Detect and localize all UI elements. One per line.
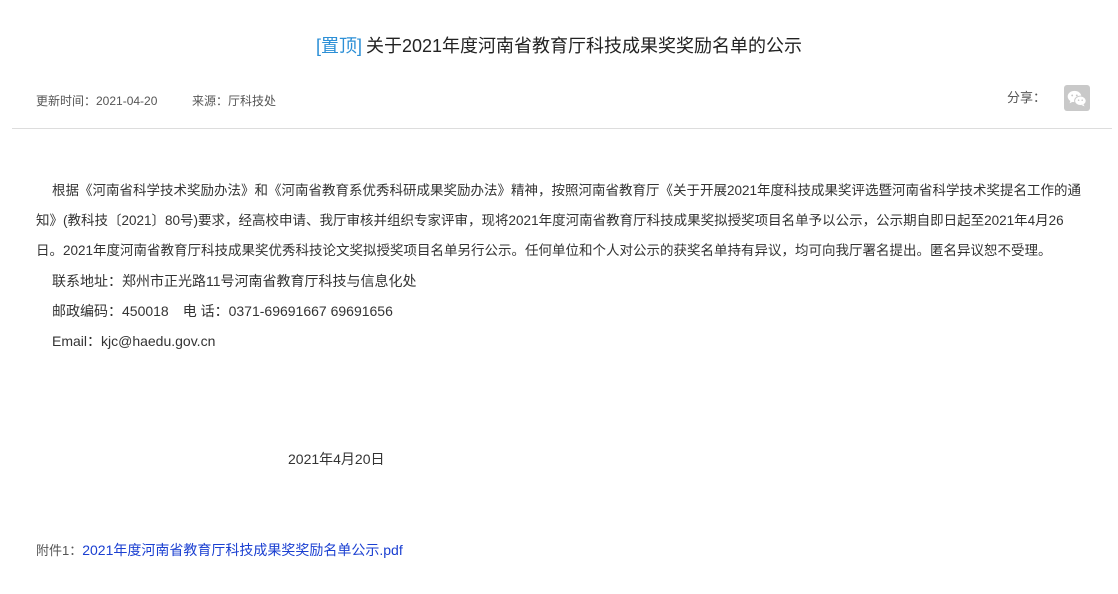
attachment-label: 附件1： [36, 543, 83, 558]
article-title-row: [置顶] 关于2021年度河南省教育厅科技成果奖奖励名单的公示 [0, 33, 1118, 59]
publish-date: 2021年4月20日 [288, 451, 385, 467]
header-divider [12, 128, 1112, 129]
share-label: 分享： [1006, 90, 1046, 105]
attachment-row: 附件1：2021年度河南省教育厅科技成果奖奖励名单公示.pdf [36, 537, 403, 564]
update-time: 更新时间：2021-04-20 [36, 94, 158, 108]
body-paragraph: 根据《河南省科学技术奖励办法》和《河南省教育系优秀科研成果奖励办法》精神，按照河… [36, 183, 1082, 258]
wechat-icon [1067, 90, 1087, 106]
article-body: 根据《河南省科学技术奖励办法》和《河南省教育系优秀科研成果奖励办法》精神，按照河… [36, 176, 1084, 356]
attachment-link[interactable]: 2021年度河南省教育厅科技成果奖奖励名单公示.pdf [82, 542, 403, 558]
pinned-tag: [置顶] [315, 36, 362, 56]
article-meta: 更新时间：2021-04-20 来源：厅科技处 分享： [36, 85, 1090, 112]
postal-and-phone: 邮政编码：450018 电 话：0371-69691667 69691656 [52, 303, 393, 319]
wechat-share-button[interactable] [1064, 85, 1090, 111]
contact-email: Email：kjc@haedu.gov.cn [52, 333, 216, 349]
contact-address: 联系地址：郑州市正光路11号河南省教育厅科技与信息化处 [52, 273, 417, 289]
source: 来源：厅科技处 [192, 94, 277, 108]
article-title: 关于2021年度河南省教育厅科技成果奖奖励名单的公示 [365, 36, 803, 56]
share-bar: 分享： [1007, 84, 1090, 112]
